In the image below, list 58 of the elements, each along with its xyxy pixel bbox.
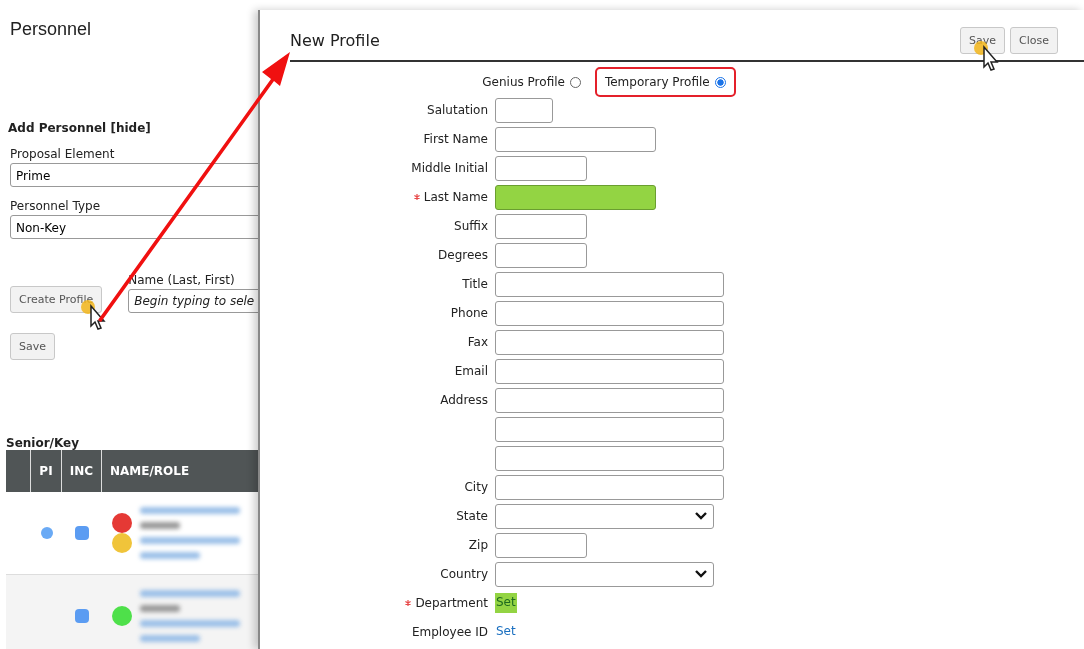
field-label: Fax <box>467 335 488 349</box>
field-label: First Name <box>423 132 488 146</box>
text-field[interactable] <box>495 532 587 558</box>
radio-button[interactable] <box>714 76 726 88</box>
radio-label[interactable]: Genius Profile <box>482 75 565 89</box>
set-link[interactable]: Set <box>495 593 517 613</box>
text-field[interactable] <box>495 213 587 239</box>
column-header: NAME/ROLE <box>109 463 191 480</box>
field-label: Last Name <box>423 190 488 204</box>
dialog-title: New Profile <box>290 31 380 52</box>
section-heading: Senior/Key <box>6 436 81 450</box>
dropdown-field[interactable] <box>495 561 714 587</box>
chevron-down-icon <box>695 570 707 578</box>
table-row[interactable] <box>6 575 258 649</box>
text-field[interactable] <box>495 445 724 471</box>
set-link[interactable]: Set <box>495 622 517 642</box>
field-label: Email <box>454 364 488 378</box>
column-header: INC <box>62 450 102 492</box>
name-field[interactable]: Begin typing to sele <box>128 289 258 313</box>
text-field[interactable] <box>495 329 724 355</box>
section-heading: Add Personnel [hide] <box>8 121 152 135</box>
text-field[interactable] <box>495 126 656 152</box>
radio-label[interactable]: Temporary Profile <box>604 75 710 89</box>
text-field[interactable] <box>495 271 724 297</box>
text-field[interactable] <box>495 387 724 413</box>
text-field[interactable] <box>495 300 724 326</box>
field-label: Middle Initial <box>411 161 488 175</box>
select-field[interactable]: Prime <box>10 163 258 187</box>
field-label: Phone <box>450 306 488 320</box>
field-label: State <box>456 509 488 523</box>
page-title: Personnel <box>10 19 93 40</box>
close-button[interactable]: Close <box>1010 27 1058 54</box>
field-label: Address <box>440 393 488 407</box>
select-field[interactable]: Non-Key <box>10 215 258 239</box>
field-label: Title <box>462 277 488 291</box>
field-label: Employee ID <box>411 625 488 639</box>
chevron-down-icon <box>695 512 707 520</box>
field-label: Department <box>415 596 488 610</box>
text-field[interactable] <box>495 184 656 210</box>
field-label: Proposal Element <box>10 147 116 161</box>
text-field[interactable] <box>495 416 724 442</box>
text-field[interactable] <box>495 242 587 268</box>
field-label: City <box>464 480 488 494</box>
field-label: Suffix <box>454 219 488 233</box>
text-field[interactable] <box>495 474 724 500</box>
dropdown-field[interactable] <box>495 503 714 529</box>
column-header: PI <box>31 450 62 492</box>
create-profile-button[interactable]: Create Profile <box>10 286 103 313</box>
field-label: Country <box>440 567 488 581</box>
field-label: Zip <box>468 538 488 552</box>
text-field[interactable] <box>495 155 587 181</box>
field-label: Personnel Type <box>10 199 102 213</box>
field-label: Degrees <box>438 248 488 262</box>
text-field[interactable] <box>495 97 553 123</box>
field-label: Salutation <box>427 103 488 117</box>
radio-button[interactable] <box>569 76 581 88</box>
save-button[interactable]: Save <box>10 333 55 360</box>
text-field[interactable] <box>495 358 724 384</box>
